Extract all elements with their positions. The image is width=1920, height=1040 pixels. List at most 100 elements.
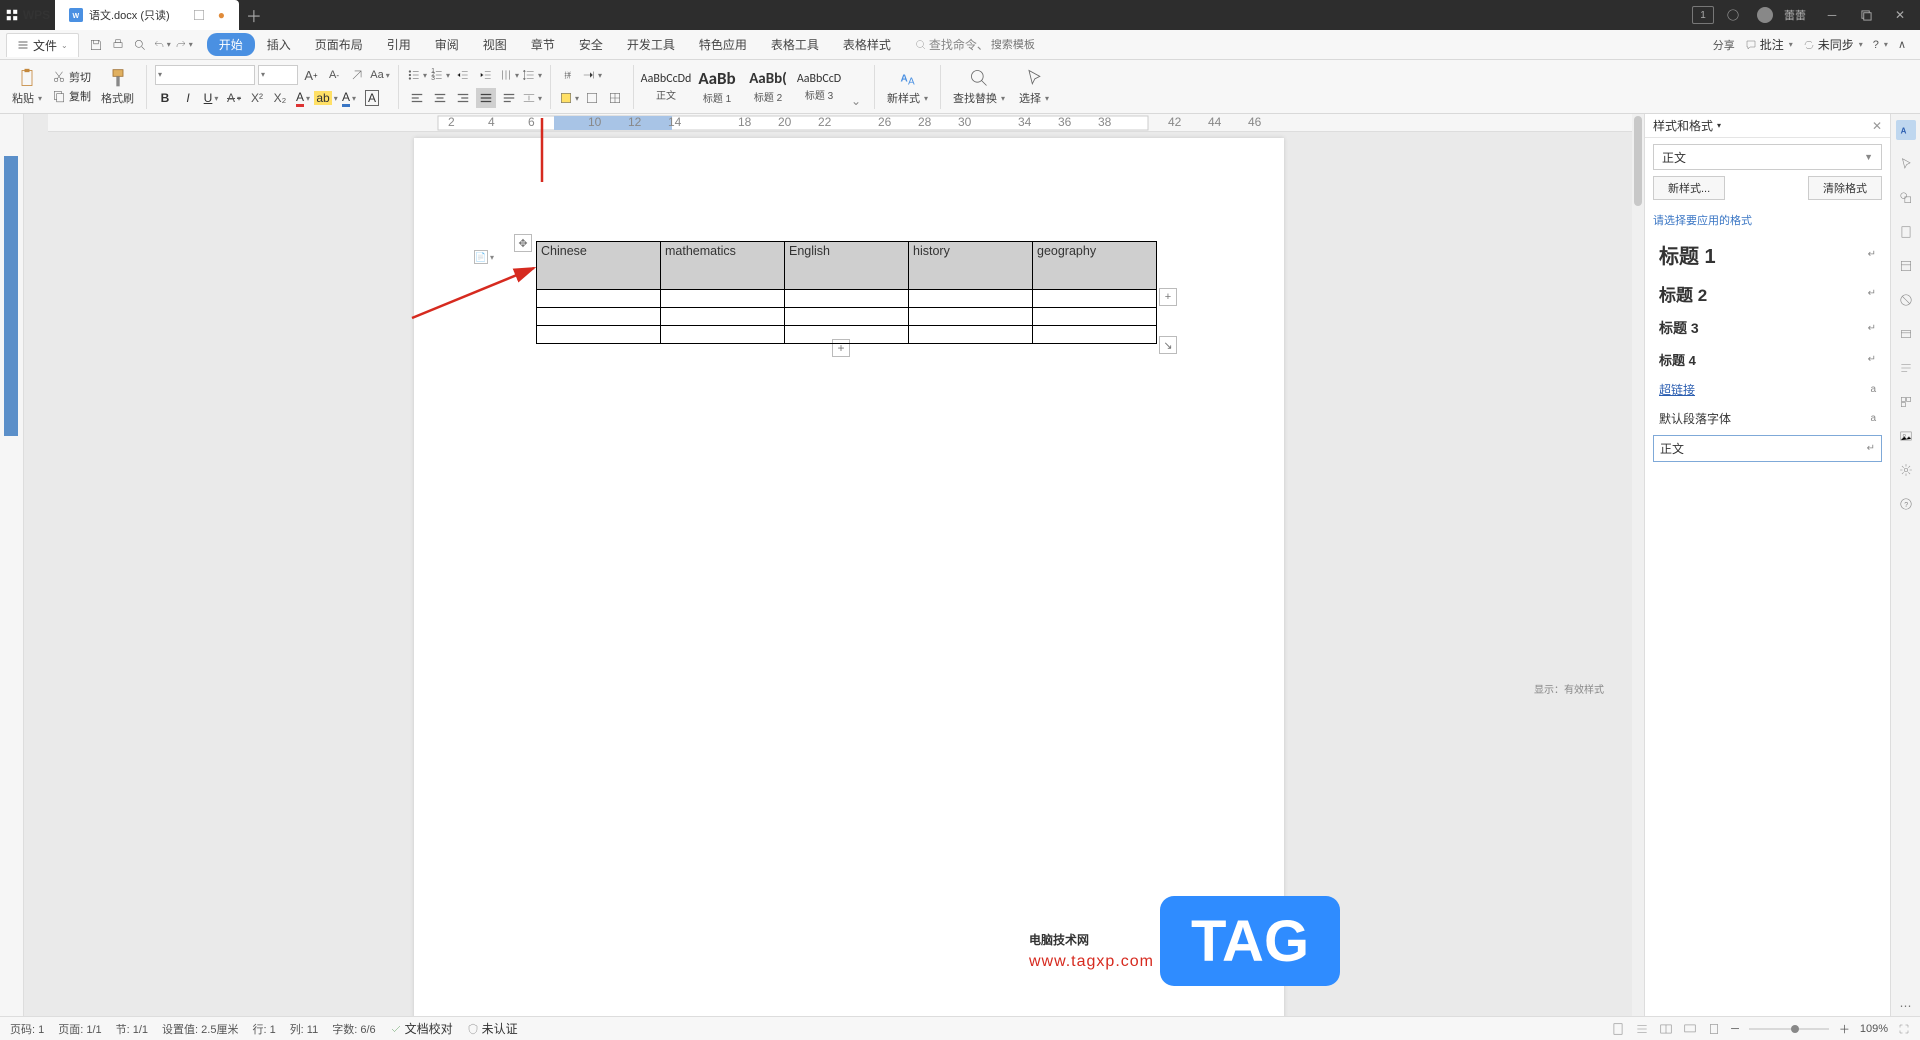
tab-section[interactable]: 章节 bbox=[519, 32, 567, 57]
status-setting[interactable]: 设置值: 2.5厘米 bbox=[162, 1021, 238, 1037]
shrink-font-icon[interactable]: A- bbox=[324, 65, 344, 85]
italic-icon[interactable]: I bbox=[178, 88, 198, 108]
print-icon[interactable] bbox=[109, 36, 127, 54]
text-direction-icon[interactable] bbox=[499, 65, 519, 85]
zoom-out-button[interactable]: ─ bbox=[1731, 1023, 1739, 1035]
new-style-btn[interactable]: 新样式... bbox=[1653, 176, 1725, 200]
phonetic-icon[interactable]: 拼 bbox=[559, 65, 579, 85]
grid-icon[interactable] bbox=[605, 88, 625, 108]
view-read-icon[interactable] bbox=[1659, 1022, 1673, 1036]
style-item-h3[interactable]: 标题 3↵ bbox=[1653, 314, 1882, 342]
panel-close-icon[interactable]: ✕ bbox=[1872, 119, 1882, 133]
outdent-icon[interactable] bbox=[453, 65, 473, 85]
paste-options-icon[interactable]: 📄▾ bbox=[474, 250, 494, 264]
align-left-icon[interactable] bbox=[407, 88, 427, 108]
redo-button[interactable] bbox=[175, 36, 193, 54]
paste-button[interactable]: 粘贴 bbox=[8, 62, 46, 112]
thumb-pane-icon[interactable] bbox=[1896, 392, 1916, 412]
table-header-cell[interactable]: geography bbox=[1033, 242, 1157, 290]
undo-button[interactable] bbox=[153, 36, 171, 54]
tab-references[interactable]: 引用 bbox=[375, 32, 423, 57]
para-spacing-icon[interactable] bbox=[522, 88, 542, 108]
status-page-no[interactable]: 页码: 1 bbox=[10, 1021, 44, 1037]
table-header-cell[interactable]: history bbox=[909, 242, 1033, 290]
file-menu[interactable]: 文件 ⌄ bbox=[6, 33, 79, 57]
format-painter-button[interactable]: 格式刷 bbox=[97, 62, 138, 112]
strike-icon[interactable]: A bbox=[224, 88, 244, 108]
view-print-icon[interactable] bbox=[1611, 1022, 1625, 1036]
tab-special[interactable]: 特色应用 bbox=[687, 32, 759, 57]
shading-icon[interactable] bbox=[559, 88, 579, 108]
document-table[interactable]: Chinese mathematics English history geog… bbox=[536, 241, 1157, 344]
style-item-h1[interactable]: 标题 1↵ bbox=[1653, 236, 1882, 273]
nav-pane-icon[interactable] bbox=[1896, 358, 1916, 378]
tab-stop-icon[interactable] bbox=[582, 65, 602, 85]
underline-icon[interactable]: U bbox=[201, 88, 221, 108]
search-input[interactable] bbox=[991, 39, 1061, 51]
sync-button[interactable]: 未同步 bbox=[1803, 36, 1863, 53]
style-h2[interactable]: AaBb(标题 2 bbox=[744, 63, 792, 111]
indent-icon[interactable] bbox=[476, 65, 496, 85]
align-right-icon[interactable] bbox=[453, 88, 473, 108]
limit-pane-icon[interactable] bbox=[1896, 290, 1916, 310]
tab-page-layout[interactable]: 页面布局 bbox=[303, 32, 375, 57]
tab-devtools[interactable]: 开发工具 bbox=[615, 32, 687, 57]
current-style-select[interactable]: 正文▼ bbox=[1653, 144, 1882, 170]
maximize-button[interactable] bbox=[1852, 0, 1880, 30]
command-search[interactable]: 查找命令、 bbox=[915, 36, 1061, 53]
clear-format-icon[interactable] bbox=[347, 65, 367, 85]
table-add-column-handle[interactable]: + bbox=[1159, 288, 1177, 306]
zoom-in-button[interactable]: ＋ bbox=[1839, 1021, 1850, 1037]
cut-button[interactable]: 剪切 bbox=[52, 69, 91, 85]
style-item-hyperlink[interactable]: 超链接a bbox=[1653, 377, 1882, 402]
char-border-icon[interactable]: A bbox=[362, 88, 382, 108]
apps-icon[interactable] bbox=[1720, 0, 1746, 30]
superscript-icon[interactable]: X² bbox=[247, 88, 267, 108]
settings-pane-icon[interactable] bbox=[1896, 460, 1916, 480]
status-words[interactable]: 字数: 6/6 bbox=[332, 1021, 375, 1037]
document-tab[interactable]: W 语文.docx (只读) ● bbox=[55, 0, 239, 30]
collapse-ribbon-button[interactable]: ∧ bbox=[1898, 38, 1906, 51]
grow-font-icon[interactable]: A+ bbox=[301, 65, 321, 85]
comment-button[interactable]: 批注 bbox=[1745, 36, 1793, 53]
style-item-h2[interactable]: 标题 2↵ bbox=[1653, 277, 1882, 310]
user-avatar[interactable] bbox=[1752, 0, 1778, 30]
status-pages[interactable]: 页面: 1/1 bbox=[58, 1021, 101, 1037]
clipboard-pane-icon[interactable] bbox=[1896, 222, 1916, 242]
help-pane-icon[interactable]: ? bbox=[1896, 494, 1916, 514]
distribute-icon[interactable] bbox=[499, 88, 519, 108]
horizontal-ruler[interactable]: 246 101214 182022 262830 343638 424446 bbox=[48, 114, 1644, 132]
view-web-icon[interactable] bbox=[1683, 1022, 1697, 1036]
zoom-value[interactable]: 109% bbox=[1860, 1023, 1888, 1035]
table-row[interactable] bbox=[537, 290, 1157, 308]
view-outline-icon[interactable] bbox=[1635, 1022, 1649, 1036]
tab-security[interactable]: 安全 bbox=[567, 32, 615, 57]
status-verify[interactable]: 未认证 bbox=[467, 1020, 518, 1037]
more-pane-icon[interactable]: ⋯ bbox=[1896, 996, 1916, 1016]
style-item-default-font[interactable]: 默认段落字体a bbox=[1653, 406, 1882, 431]
zoom-slider[interactable] bbox=[1749, 1024, 1829, 1034]
style-item-h4[interactable]: 标题 4↵ bbox=[1653, 346, 1882, 373]
status-section[interactable]: 节: 1/1 bbox=[116, 1021, 148, 1037]
minimize-button[interactable]: ─ bbox=[1818, 0, 1846, 30]
document-canvas[interactable]: 246 101214 182022 262830 343638 424446 ✥… bbox=[24, 114, 1644, 1016]
bullets-icon[interactable] bbox=[407, 65, 427, 85]
zoom-fit-icon[interactable] bbox=[1707, 1022, 1721, 1036]
table-header-cell[interactable]: mathematics bbox=[661, 242, 785, 290]
style-normal[interactable]: AaBbCcDd正文 bbox=[642, 63, 690, 111]
table-row[interactable] bbox=[537, 326, 1157, 344]
table-header-row[interactable]: Chinese mathematics English history geog… bbox=[537, 242, 1157, 290]
tab-table-tools[interactable]: 表格工具 bbox=[759, 32, 831, 57]
style-h1[interactable]: AaBb标题 1 bbox=[693, 63, 741, 111]
change-case-icon[interactable]: Aa bbox=[370, 65, 390, 85]
table-header-cell[interactable]: Chinese bbox=[537, 242, 661, 290]
close-button[interactable]: ✕ bbox=[1886, 0, 1914, 30]
share-button[interactable]: 分享 bbox=[1713, 37, 1735, 53]
new-style-button[interactable]: AA 新样式 bbox=[883, 62, 932, 112]
table-row[interactable] bbox=[537, 308, 1157, 326]
highlight-icon[interactable]: ab bbox=[316, 88, 336, 108]
find-replace-button[interactable]: 查找替换 bbox=[949, 62, 1009, 112]
tab-home[interactable]: 开始 bbox=[207, 33, 255, 56]
status-col[interactable]: 列: 11 bbox=[290, 1021, 319, 1037]
new-tab-button[interactable]: ＋ bbox=[239, 0, 269, 30]
